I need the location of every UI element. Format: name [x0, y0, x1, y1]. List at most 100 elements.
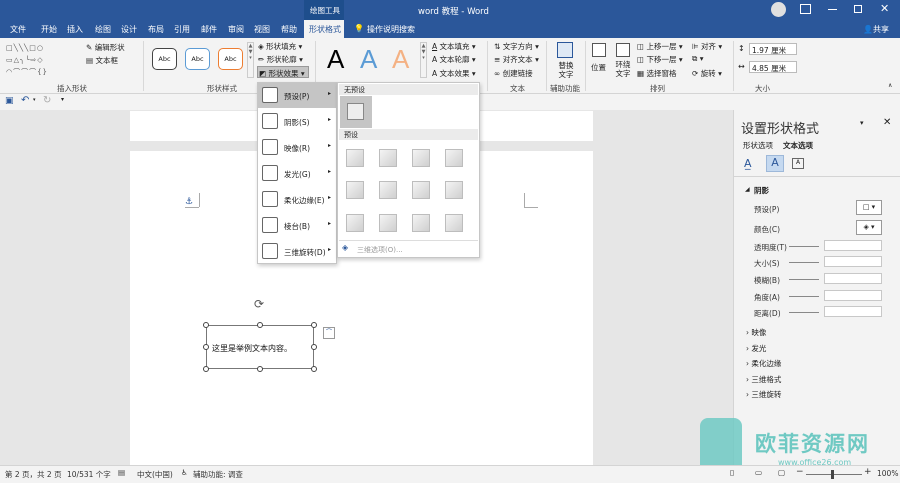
zoom-out-icon[interactable]: − [796, 467, 804, 477]
word-count[interactable]: 10/531 个字 [67, 469, 111, 480]
section-3d-format[interactable]: › 三维格式 [746, 374, 781, 385]
menu-item-soft-edges[interactable]: 柔化边缘(E) ▸ [258, 187, 336, 212]
collapse-ribbon-icon[interactable]: ∧ [888, 82, 892, 89]
edit-shape-button[interactable]: ✎ 编辑形状 [86, 42, 125, 53]
layout-options-icon[interactable]: ⌒ [323, 327, 335, 339]
shape-outline-button[interactable]: ✏ 形状轮廓 ▾ [258, 54, 303, 65]
page-count[interactable]: 第 2 页，共 2 页 [5, 469, 62, 480]
create-link-button[interactable]: ∞ 创建链接 [494, 68, 533, 79]
redo-icon[interactable]: ↻ [43, 95, 51, 106]
resize-handle[interactable] [311, 366, 317, 372]
gallery-scroll[interactable]: ▲ ▼ ▾ [247, 42, 254, 78]
web-layout-icon[interactable]: ▢ [778, 468, 785, 477]
text-box-button[interactable]: ▤ 文本框 [86, 55, 118, 66]
transparency-slider[interactable] [789, 246, 819, 247]
tab-view[interactable]: 视图 [254, 24, 270, 35]
preset-swatch-10[interactable] [379, 214, 397, 232]
tab-file[interactable]: 文件 [10, 24, 26, 35]
tab-text-options[interactable]: 文本选项 [783, 140, 813, 151]
menu-item-preset[interactable]: 预设(P) ▸ [258, 83, 336, 108]
position-icon[interactable] [592, 43, 606, 57]
tab-shape-options[interactable]: 形状选项 [743, 140, 773, 151]
tab-mailings[interactable]: 邮件 [201, 24, 217, 35]
preset-swatch-5[interactable] [346, 181, 364, 199]
tab-help[interactable]: 帮助 [281, 24, 297, 35]
share-button[interactable]: 👤共享 [863, 24, 889, 35]
wrap-text-label[interactable]: 环绕文字 [612, 60, 634, 78]
resize-handle[interactable] [257, 366, 263, 372]
menu-item-bevel[interactable]: 棱台(B) ▸ [258, 213, 336, 238]
shadow-preset-dropdown[interactable]: □ ▾ [856, 200, 882, 215]
print-layout-icon[interactable]: ▭ [755, 468, 762, 477]
resize-handle[interactable] [311, 322, 317, 328]
text-box-layout-icon[interactable]: A [792, 158, 804, 169]
no-preset-option[interactable] [340, 96, 372, 128]
read-mode-icon[interactable]: ▯ [730, 468, 734, 477]
preset-swatch-3[interactable] [412, 149, 430, 167]
wordart-sample-1[interactable]: A [327, 44, 344, 75]
distance-field[interactable] [824, 306, 882, 317]
preset-swatch-2[interactable] [379, 149, 397, 167]
ribbon-display-icon[interactable] [800, 4, 811, 14]
align-button[interactable]: ⊫ 对齐 ▾ [692, 41, 722, 52]
proofing-icon[interactable]: ▤ [118, 468, 125, 477]
wordart-sample-2[interactable]: A [360, 44, 377, 75]
height-field[interactable]: 1.97 厘米 [749, 43, 797, 55]
customize-qat-icon[interactable]: ▾ [61, 96, 64, 103]
blur-slider[interactable] [789, 279, 819, 280]
tab-design[interactable]: 设计 [121, 24, 137, 35]
zoom-in-icon[interactable]: + [864, 467, 872, 477]
rotate-handle-icon[interactable]: ⟳ [254, 297, 264, 311]
shadow-color-dropdown[interactable]: ◈ ▾ [856, 220, 882, 235]
rotate-button[interactable]: ⟳ 旋转 ▾ [692, 68, 722, 79]
shape-fill-button[interactable]: ◈ 形状填充 ▾ [258, 41, 302, 52]
preset-swatch-7[interactable] [412, 181, 430, 199]
pane-options-icon[interactable]: ▾ [860, 119, 864, 127]
size-slider[interactable] [789, 262, 819, 263]
minimize-icon[interactable] [828, 9, 837, 10]
resize-handle[interactable] [203, 344, 209, 350]
section-3d-rotation[interactable]: › 三维旋转 [746, 389, 781, 400]
pane-close-icon[interactable]: ✕ [883, 117, 891, 128]
tab-draw[interactable]: 绘图 [95, 24, 111, 35]
send-backward-button[interactable]: ◫ 下移一层 ▾ [637, 54, 683, 65]
text-outline-button[interactable]: A 文本轮廓 ▾ [432, 54, 476, 65]
section-soft-edges[interactable]: › 柔化边缘 [746, 358, 781, 369]
tell-me-search[interactable]: 操作说明搜索 [367, 24, 415, 35]
blur-field[interactable] [824, 273, 882, 284]
preset-swatch-1[interactable] [346, 149, 364, 167]
section-reflection[interactable]: › 映像 [746, 327, 766, 338]
menu-item-shadow[interactable]: 阴影(S) ▸ [258, 109, 336, 134]
zoom-slider-thumb[interactable] [831, 470, 834, 479]
tab-shape-format[interactable]: 形状格式 [309, 24, 341, 35]
transparency-field[interactable] [824, 240, 882, 251]
preset-swatch-9[interactable] [346, 214, 364, 232]
language[interactable]: 中文(中国) [137, 469, 173, 480]
distance-slider[interactable] [789, 312, 819, 313]
menu-item-glow[interactable]: 发光(G) ▸ [258, 161, 336, 186]
group-objects-icon[interactable]: ⧉ ▾ [692, 54, 704, 64]
angle-field[interactable] [824, 290, 882, 301]
text-direction-button[interactable]: ⇅ 文字方向 ▾ [494, 41, 539, 52]
preset-swatch-8[interactable] [445, 181, 463, 199]
preset-swatch-11[interactable] [412, 214, 430, 232]
menu-item-3d-rotation[interactable]: 三维旋转(D) ▸ [258, 239, 336, 264]
section-shadow[interactable]: 阴影 [754, 185, 769, 196]
style-sample-2[interactable]: Abc [185, 48, 210, 70]
zoom-slider[interactable] [806, 474, 862, 475]
resize-handle[interactable] [203, 322, 209, 328]
width-field[interactable]: 4.85 厘米 [749, 61, 797, 73]
zoom-level[interactable]: 100% [877, 469, 898, 478]
menu-item-reflection[interactable]: 映像(R) ▸ [258, 135, 336, 160]
tab-review[interactable]: 审阅 [228, 24, 244, 35]
angle-slider[interactable] [789, 296, 819, 297]
size-field[interactable] [824, 256, 882, 267]
style-sample-3[interactable]: Abc [218, 48, 243, 70]
resize-handle[interactable] [203, 366, 209, 372]
shapes-gallery[interactable]: □╲╲╲□○ ▭△╮╰⇨◇ ◠⌒⌒⌒{} [6, 42, 78, 80]
alt-text-label[interactable]: 替换文字 [556, 61, 576, 79]
alt-text-icon[interactable] [557, 42, 573, 58]
accessibility-status[interactable]: 辅助功能: 调查 [193, 469, 243, 480]
text-effects-button[interactable]: A 文本效果 ▾ [432, 68, 476, 79]
undo-dropdown-icon[interactable]: ▾ [33, 97, 36, 103]
